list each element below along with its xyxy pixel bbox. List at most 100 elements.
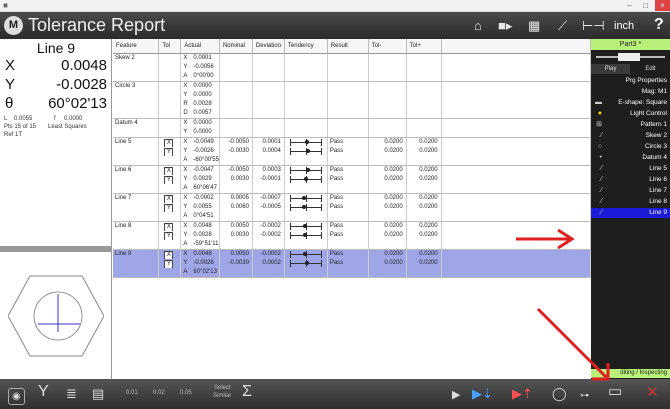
actual-value: 0.0048 bbox=[193, 222, 212, 229]
step-run-icon[interactable]: ▶⇣ bbox=[472, 386, 493, 401]
program-step-item[interactable]: ▬ E-shape: Square bbox=[591, 98, 670, 108]
measure-icon[interactable]: ⊢⊣ bbox=[582, 18, 605, 33]
column-header[interactable]: Tol- bbox=[368, 39, 407, 54]
list-view-icon[interactable]: ≣ bbox=[66, 386, 77, 401]
tolerance-checkbox[interactable]: X bbox=[164, 222, 174, 231]
tol-preset-1[interactable]: 0.01 bbox=[126, 390, 138, 396]
tolerance-checkbox[interactable]: X bbox=[164, 250, 174, 259]
program-step-item[interactable]: ⁄ Skew 2 bbox=[591, 131, 670, 141]
report-icon[interactable]: ▤ bbox=[92, 386, 104, 401]
tolerance-checkbox[interactable]: Y bbox=[164, 259, 174, 268]
feature-graphic-view[interactable] bbox=[8, 264, 104, 369]
tolm-value bbox=[369, 109, 406, 118]
column-header[interactable]: Tendency bbox=[284, 39, 328, 54]
zoom-slider[interactable] bbox=[596, 53, 665, 61]
table-row[interactable]: Line 6 X Y X -0.0047 Y 0.0029 A 60°06'47 -0.0050 0… bbox=[113, 165, 591, 194]
play-icon[interactable]: ▶ bbox=[452, 388, 460, 403]
axis-label: Y bbox=[183, 259, 188, 266]
program-step-item[interactable]: ⊞ Pattern 1 bbox=[591, 120, 670, 130]
cell-tol[interactable]: XY bbox=[158, 193, 182, 222]
column-header[interactable]: Result bbox=[327, 39, 369, 54]
tolerance-checkbox[interactable]: X bbox=[164, 138, 174, 147]
close-window-icon[interactable]: × bbox=[655, 0, 670, 11]
axis-label: X bbox=[183, 82, 188, 89]
comment-icon[interactable]: ▭ bbox=[608, 384, 622, 399]
cell-tol[interactable]: XY bbox=[158, 165, 182, 194]
probe-icon[interactable]: ⟋ bbox=[558, 18, 567, 33]
program-step-item[interactable]: ⁄ Line 6 bbox=[591, 175, 670, 185]
app-small-icon: ◼ bbox=[3, 3, 8, 9]
tab-play[interactable]: Play bbox=[591, 64, 630, 74]
column-header[interactable]: Feature bbox=[113, 39, 160, 54]
tab-edit[interactable]: Edit bbox=[631, 64, 670, 74]
maximize-icon[interactable]: □ bbox=[638, 0, 653, 11]
tol-slot bbox=[159, 72, 180, 81]
program-step-item[interactable]: ○ Circle 3 bbox=[591, 142, 670, 152]
camera-icon[interactable]: ◉ bbox=[8, 388, 25, 405]
column-header[interactable]: Tol+ bbox=[406, 39, 442, 54]
tolerance-checkbox[interactable]: Y bbox=[164, 147, 174, 156]
deviation-value: -0.0001 bbox=[260, 175, 281, 182]
program-step-item[interactable]: ⁄ Line 9 bbox=[591, 208, 670, 218]
table-row[interactable]: Line 5 X Y X -0.0049 Y -0.0026 A -60°00'55 -0.005… bbox=[113, 137, 591, 166]
delete-icon[interactable]: ✕ bbox=[646, 385, 659, 400]
tolerance-checkbox[interactable]: X bbox=[164, 166, 174, 175]
program-step-label: Line 7 bbox=[649, 187, 667, 194]
cell-tol[interactable]: XY bbox=[158, 249, 182, 278]
home-icon[interactable]: ⌂ bbox=[474, 18, 482, 33]
video-icon[interactable]: ■▸ bbox=[498, 18, 512, 33]
table-row[interactable]: Line 9 X Y X 0.0048 Y -0.0028 A 60°02'13 0.0050 -0… bbox=[113, 249, 591, 278]
table-row[interactable]: Skew 2 X 0.0001 Y -0.0056 A 0°00'00 bbox=[113, 53, 591, 82]
program-step-item[interactable]: Mag: M1 bbox=[591, 87, 670, 97]
tolerance-checkbox[interactable]: Y bbox=[164, 231, 174, 240]
select-similar-line2[interactable]: Similar bbox=[213, 393, 231, 399]
cell-tol[interactable]: XY bbox=[158, 221, 182, 250]
select-similar-line1[interactable]: Select bbox=[214, 385, 231, 391]
result-value: Pass bbox=[329, 222, 344, 229]
tolp-value bbox=[407, 156, 441, 165]
filter-icon[interactable]: Y bbox=[38, 384, 49, 400]
step-back-icon[interactable]: ▶⇡ bbox=[512, 386, 533, 401]
sigma-icon[interactable]: Σ bbox=[242, 384, 252, 400]
cell-tol[interactable]: XY bbox=[158, 137, 182, 166]
table-row[interactable]: Circle 3 X 0.0000 Y 0.0000 R 0.0028 D 0.0057 bbox=[113, 81, 591, 119]
actual-value: -0.0026 bbox=[193, 147, 214, 154]
grid-view-icon[interactable]: ▦ bbox=[528, 18, 540, 33]
tol-slot bbox=[159, 119, 180, 128]
gauge-mid bbox=[305, 203, 307, 211]
cell-tol[interactable] bbox=[158, 81, 182, 119]
gauge-endr bbox=[320, 175, 322, 183]
flow-icon[interactable]: ⊶ bbox=[580, 388, 589, 403]
minimize-icon[interactable]: – bbox=[622, 0, 637, 11]
cell-tol[interactable] bbox=[158, 53, 182, 82]
axis-label: A bbox=[183, 240, 188, 247]
help-button[interactable]: ? bbox=[654, 16, 664, 34]
panel-splitter[interactable] bbox=[0, 246, 112, 252]
tolerance-checkbox[interactable]: Y bbox=[164, 203, 174, 212]
result-value bbox=[328, 119, 368, 128]
column-header[interactable]: Tol bbox=[158, 39, 182, 54]
program-step-item[interactable]: ⁄ Line 8 bbox=[591, 197, 670, 207]
program-step-item[interactable]: ● Light Control bbox=[591, 109, 670, 119]
table-row[interactable]: Datum 4 X 0.0000 Y 0.0000 bbox=[113, 118, 591, 138]
tol-preset-3[interactable]: 0.05 bbox=[180, 390, 192, 396]
program-step-item[interactable]: Prg Properties bbox=[591, 76, 670, 86]
actual-value: 0.0001 bbox=[193, 54, 212, 61]
refresh-icon[interactable]: ◯ bbox=[552, 386, 567, 401]
column-header[interactable]: Deviation bbox=[252, 39, 285, 54]
column-header[interactable]: Actual bbox=[180, 39, 220, 54]
tol-preset-2[interactable]: 0.02 bbox=[153, 390, 165, 396]
tolerance-checkbox[interactable]: Y bbox=[164, 175, 174, 184]
pattern-icon: ⊞ bbox=[596, 121, 602, 128]
part-name[interactable]: Part3 * bbox=[591, 39, 670, 50]
program-step-item[interactable]: ⁄ Line 5 bbox=[591, 164, 670, 174]
program-step-item[interactable]: ⁄ Line 7 bbox=[591, 186, 670, 196]
unit-selector[interactable]: inch bbox=[614, 20, 634, 32]
cell-tol[interactable] bbox=[158, 118, 182, 138]
table-row[interactable]: Line 7 X Y X -0.0002 Y 0.0055 A 0°04'51 0.0005 0.0… bbox=[113, 193, 591, 222]
column-header[interactable]: Nominal bbox=[219, 39, 253, 54]
tolerance-checkbox[interactable]: X bbox=[164, 194, 174, 203]
feature-label: Line 6 bbox=[115, 166, 132, 173]
program-step-item[interactable]: • Datum 4 bbox=[591, 153, 670, 163]
actual-value: -0.0047 bbox=[193, 166, 214, 173]
